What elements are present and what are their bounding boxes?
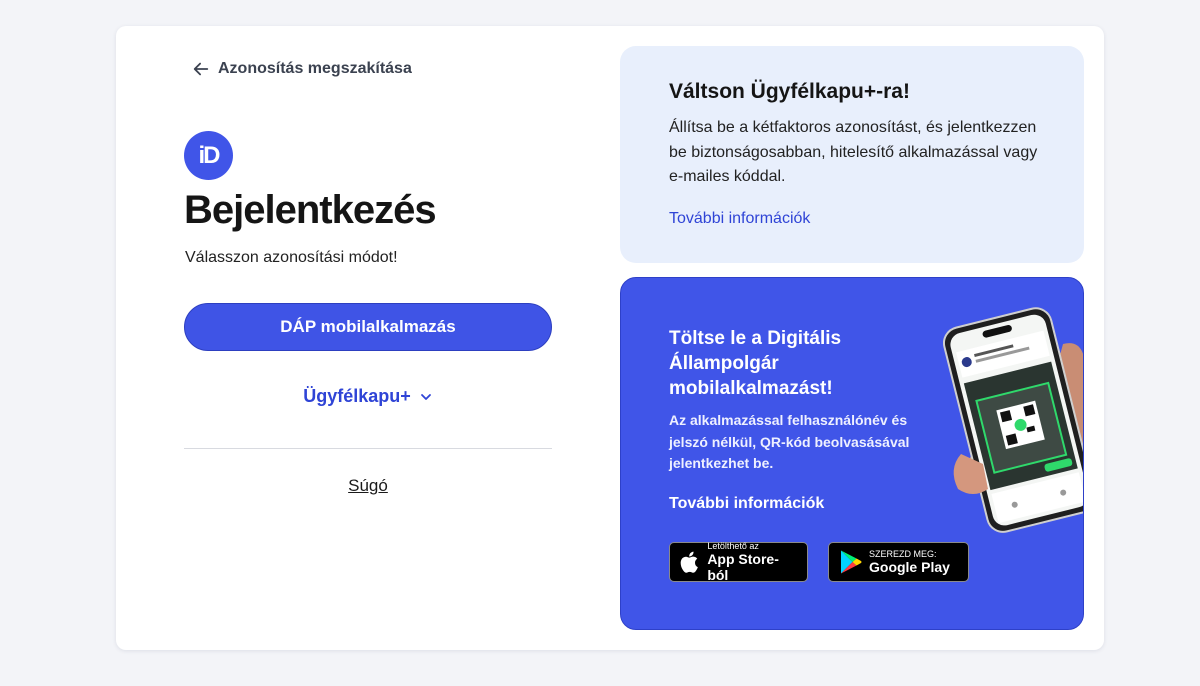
promo-title: Töltse le a Digitális Állampolgár mobila… bbox=[669, 328, 842, 399]
google-play-button[interactable]: SZEREZD MEG: Google Play bbox=[828, 542, 969, 582]
phone-mockup-image bbox=[943, 307, 1083, 533]
chevron-down-icon bbox=[420, 393, 431, 400]
ugyfelkapu-label: Ügyfélkapu+ bbox=[303, 386, 411, 406]
google-play-icon bbox=[841, 550, 862, 574]
info-panel-text: Állítsa be a kétfaktoros azonosítást, és… bbox=[669, 119, 1038, 185]
app-store-big-label: App Store-ból bbox=[707, 551, 779, 583]
dap-mobile-app-button[interactable]: DÁP mobilalkalmazás bbox=[184, 303, 552, 351]
dap-app-promo-panel: Töltse le a Digitális Állampolgár mobila… bbox=[620, 277, 1084, 630]
ugyfelkapu-plus-info-panel: Váltson Ügyfélkapu+-ra! Állítsa be a két… bbox=[620, 46, 1084, 263]
apple-icon bbox=[680, 551, 698, 573]
app-store-button[interactable]: Letölthető az App Store-ból bbox=[669, 541, 808, 583]
page-title: Bejelentkezés bbox=[184, 188, 437, 232]
promo-text: Az alkalmazással felhasználónév és jelsz… bbox=[669, 412, 910, 471]
google-play-text: SZEREZD MEG: Google Play bbox=[869, 549, 950, 575]
google-play-big-label: Google Play bbox=[869, 559, 950, 575]
app-store-text: Letölthető az App Store-ból bbox=[707, 541, 797, 583]
ugyfelkapu-dropdown[interactable]: Ügyfélkapu+ bbox=[184, 386, 552, 407]
promo-more-link[interactable]: További információk bbox=[669, 495, 824, 513]
google-play-small-label: SZEREZD MEG: bbox=[869, 549, 937, 559]
divider bbox=[184, 448, 552, 449]
app-store-small-label: Letölthető az bbox=[707, 541, 759, 551]
login-card: Azonosítás megszakítása iD Bejelentkezés… bbox=[116, 26, 1104, 650]
page-subtitle: Válasszon azonosítási módot! bbox=[185, 249, 398, 266]
info-panel-more-link[interactable]: További információk bbox=[669, 210, 810, 228]
help-link[interactable]: Súgó bbox=[184, 476, 552, 496]
cancel-authentication-link[interactable]: Azonosítás megszakítása bbox=[192, 60, 412, 78]
id-logo: iD bbox=[184, 131, 233, 180]
info-panel-title: Váltson Ügyfélkapu+-ra! bbox=[669, 80, 910, 103]
arrow-left-icon bbox=[193, 62, 209, 76]
cancel-authentication-label: Azonosítás megszakítása bbox=[218, 60, 412, 77]
